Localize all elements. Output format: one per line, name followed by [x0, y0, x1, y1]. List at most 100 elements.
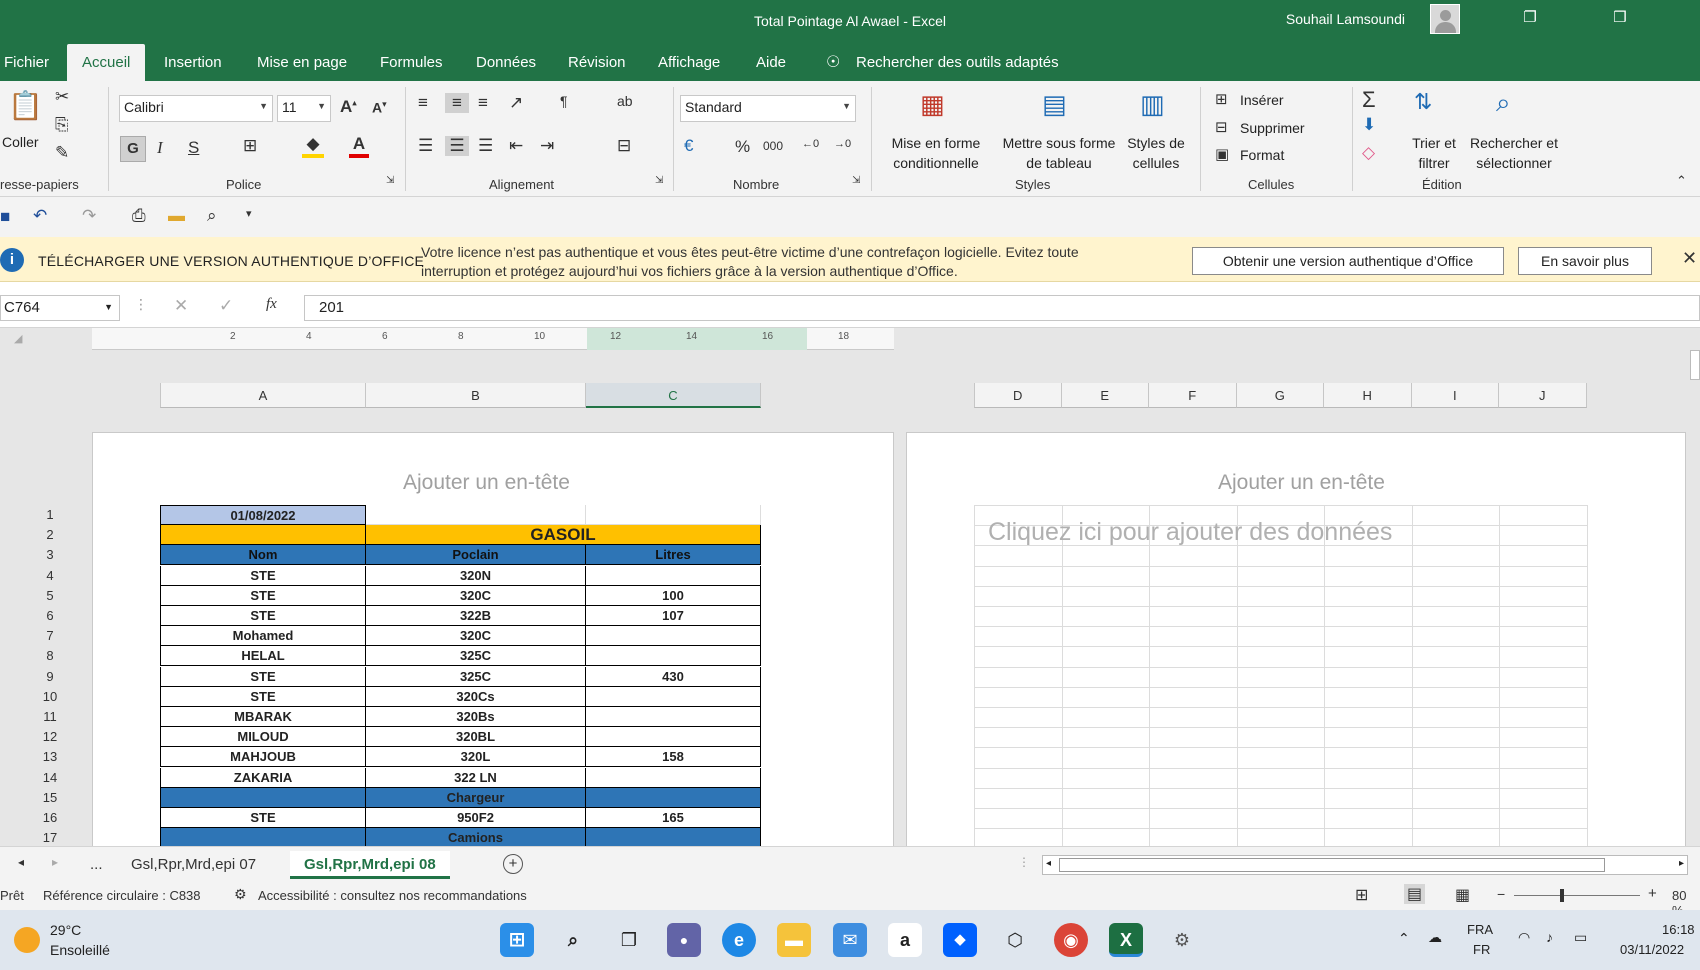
prev-sheet-icon[interactable]: ◂: [18, 855, 24, 869]
find-select-button[interactable]: Rechercher et sélectionner: [1462, 133, 1566, 173]
search-tools[interactable]: Rechercher des outils adaptés: [852, 52, 1063, 81]
cell[interactable]: [586, 505, 761, 525]
windows-start-icon[interactable]: ⊞: [500, 923, 534, 957]
table-cell[interactable]: [586, 686, 761, 707]
row-header[interactable]: 14: [36, 770, 64, 785]
table-cell[interactable]: [586, 787, 761, 808]
select-all-icon[interactable]: ◢: [14, 332, 22, 345]
font-name-select[interactable]: Calibri ▼: [119, 95, 273, 122]
magnifier-icon[interactable]: ⌕: [1496, 87, 1511, 119]
save-icon[interactable]: ■: [0, 207, 10, 227]
column-header-b[interactable]: B: [366, 383, 586, 408]
row-header[interactable]: 2: [36, 527, 64, 542]
table-cell[interactable]: [586, 707, 761, 727]
scroll-thumb[interactable]: [1690, 350, 1700, 380]
horizontal-scrollbar[interactable]: ◂ ▸: [1042, 855, 1688, 875]
paste-button[interactable]: Coller: [2, 132, 39, 152]
wrap-text-icon[interactable]: ab: [617, 93, 633, 109]
header-placeholder[interactable]: Ajouter un en-tête: [1218, 471, 1385, 495]
vertical-scrollbar[interactable]: [1688, 328, 1700, 846]
column-header-f[interactable]: F: [1149, 383, 1237, 408]
row-header[interactable]: 4: [36, 568, 64, 583]
column-header-i[interactable]: I: [1411, 383, 1499, 408]
row-header[interactable]: 12: [36, 729, 64, 744]
task-view-icon[interactable]: ❐: [612, 923, 646, 957]
column-header-g[interactable]: G: [1236, 383, 1324, 408]
amazon-icon[interactable]: a: [888, 923, 922, 957]
table-cell[interactable]: 325C: [366, 666, 586, 687]
cloud-sync-icon[interactable]: ☁: [1428, 929, 1442, 946]
get-genuine-button[interactable]: Obtenir une version authentique d’Office: [1192, 247, 1504, 275]
fill-color-icon[interactable]: ◆: [302, 134, 324, 158]
column-header-c[interactable]: C: [586, 383, 761, 408]
enter-icon[interactable]: ✓: [219, 296, 233, 316]
column-header-j[interactable]: J: [1499, 383, 1587, 408]
header-placeholder[interactable]: Ajouter un en-tête: [403, 471, 570, 495]
number-format-select[interactable]: Standard ▼: [680, 95, 856, 122]
weather[interactable]: Ensoleillé: [50, 942, 110, 958]
table-cell[interactable]: 320L: [366, 747, 586, 768]
edge-icon[interactable]: e: [722, 923, 756, 957]
table-cell[interactable]: 320Bs: [366, 707, 586, 727]
underline-icon[interactable]: S: [188, 138, 199, 158]
row-header[interactable]: 11: [36, 709, 64, 724]
table-cell[interactable]: STE: [160, 808, 366, 828]
learn-more-button[interactable]: En savoir plus: [1518, 247, 1652, 275]
row-header[interactable]: 13: [36, 749, 64, 764]
percent-button[interactable]: %: [735, 137, 750, 157]
align-right-icon[interactable]: ☰: [478, 136, 493, 156]
search-icon[interactable]: ⌕: [556, 923, 590, 957]
autosum-icon[interactable]: Σ: [1362, 87, 1376, 113]
dropbox-icon[interactable]: ◆: [943, 923, 977, 957]
table-cell[interactable]: 100: [586, 585, 761, 606]
align-left-icon[interactable]: ☰: [418, 136, 433, 156]
table-cell[interactable]: 430: [586, 666, 761, 687]
next-sheet-icon[interactable]: ▸: [52, 855, 58, 869]
sort-filter-icon[interactable]: ⇅: [1414, 89, 1432, 115]
decrease-indent-icon[interactable]: ⇤: [509, 136, 523, 156]
table-format-button[interactable]: Mettre sous forme de tableau: [994, 133, 1124, 173]
format-painter-icon[interactable]: ✎: [55, 143, 69, 163]
increase-indent-icon[interactable]: ⇥: [540, 136, 554, 156]
tab-fichier[interactable]: Fichier: [0, 52, 53, 81]
insert-cells-button[interactable]: Insérer: [1240, 90, 1284, 110]
insert-function-icon[interactable]: fx: [266, 296, 277, 313]
paste-icon[interactable]: 📋: [8, 89, 43, 125]
table-cell[interactable]: Chargeur: [366, 787, 586, 808]
delete-cells-icon[interactable]: ⊟: [1215, 118, 1228, 136]
merge-center-icon[interactable]: ⊟: [617, 136, 631, 156]
table-cell[interactable]: [586, 767, 761, 788]
row-header[interactable]: 3: [36, 547, 64, 562]
row-header[interactable]: 8: [36, 648, 64, 663]
ribbon-display-icon[interactable]: ❐: [1510, 8, 1550, 32]
increase-decimal-icon[interactable]: ←0: [802, 138, 819, 150]
copy-icon[interactable]: ⎘: [55, 115, 69, 135]
conditional-format-icon[interactable]: ▦: [920, 89, 945, 120]
zoom-in-icon[interactable]: +: [1648, 885, 1657, 902]
title-cell[interactable]: [160, 525, 366, 546]
scroll-left-icon[interactable]: ◂: [1046, 858, 1051, 869]
title-cell[interactable]: GASOIL: [366, 525, 761, 546]
clock-date[interactable]: 03/11/2022: [1620, 942, 1684, 957]
sheet-tab-08[interactable]: Gsl,Rpr,Mrd,epi 08: [290, 851, 450, 879]
table-cell[interactable]: 320C: [366, 585, 586, 606]
language-secondary[interactable]: FR: [1473, 942, 1490, 957]
cell[interactable]: [366, 505, 586, 525]
row-header[interactable]: 5: [36, 588, 64, 603]
add-data-placeholder[interactable]: Cliquez ici pour ajouter des données: [988, 518, 1392, 547]
cell-styles-button[interactable]: Styles de cellules: [1122, 133, 1190, 173]
delete-cells-button[interactable]: Supprimer: [1240, 118, 1305, 138]
tab-revision[interactable]: Révision: [564, 52, 630, 81]
table-cell[interactable]: [586, 565, 761, 586]
align-center-icon[interactable]: ☰: [445, 136, 469, 156]
table-cell[interactable]: 165: [586, 808, 761, 828]
table-cell[interactable]: HELAL: [160, 646, 366, 667]
table-cell[interactable]: 950F2: [366, 808, 586, 828]
split-handle-icon[interactable]: ⋮: [1018, 855, 1030, 869]
table-cell[interactable]: STE: [160, 666, 366, 687]
table-cell[interactable]: [586, 727, 761, 748]
table-cell[interactable]: [160, 787, 366, 808]
column-header-h[interactable]: H: [1324, 383, 1412, 408]
volume-icon[interactable]: ♪: [1546, 929, 1553, 945]
column-header-a[interactable]: A: [160, 383, 366, 408]
